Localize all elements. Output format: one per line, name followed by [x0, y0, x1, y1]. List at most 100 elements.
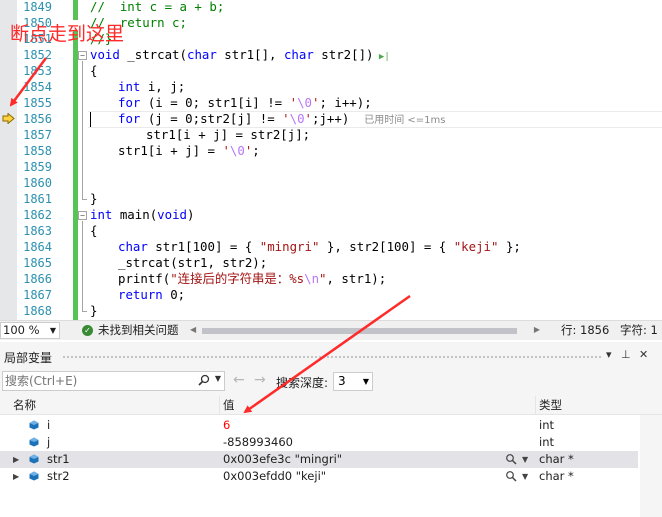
line-number: 1868: [23, 304, 52, 318]
variable-value[interactable]: 0x003efdd0 "keji": [223, 468, 326, 485]
zoom-value: 100 %: [3, 323, 40, 337]
column-divider[interactable]: [219, 396, 220, 415]
chevron-down-icon[interactable]: ▼: [522, 451, 528, 468]
code-line[interactable]: void _strcat(char str1[], char str2[]) ▶…: [90, 47, 390, 63]
code-line[interactable]: for (i = 0; str1[i] != '\0'; i++);: [118, 95, 372, 111]
escape-sequence: \0: [229, 143, 245, 158]
code-comment: // int c = a + b;: [90, 0, 225, 14]
issues-indicator[interactable]: ✓ 未找到相关问题: [82, 321, 179, 341]
code-text: , str1);: [326, 271, 387, 286]
horizontal-scrollbar[interactable]: ◀ ▶: [190, 325, 540, 337]
keyword: int: [118, 79, 141, 94]
scroll-left-icon[interactable]: ◀: [190, 325, 196, 334]
code-line[interactable]: char str1[100] = { "mingri" }, str2[100]…: [118, 239, 521, 255]
close-icon[interactable]: ✕: [639, 348, 648, 361]
collapse-toggle-icon[interactable]: −: [78, 211, 87, 220]
table-row[interactable]: i 6 int: [0, 417, 638, 434]
variable-name: i: [47, 418, 51, 432]
drag-grip[interactable]: [62, 355, 602, 360]
variable-icon: [29, 437, 39, 447]
line-number: 1857: [23, 128, 52, 142]
code-line[interactable]: int main(void): [90, 207, 194, 223]
scrollbar-thumb[interactable]: [202, 328, 517, 334]
expand-arrow-icon[interactable]: ▶: [13, 468, 19, 485]
expand-arrow-icon[interactable]: ▶: [13, 451, 19, 468]
keyword: char: [186, 47, 217, 62]
locals-title-bar[interactable]: 局部变量 ▾ ⊥ ✕: [0, 348, 662, 366]
collapse-toggle-icon[interactable]: −: [78, 51, 87, 60]
keyword: char: [283, 47, 314, 62]
line-number: 1858: [23, 144, 52, 158]
line-number: 1864: [23, 240, 52, 254]
search-field[interactable]: ▼: [2, 371, 225, 391]
pin-icon[interactable]: ⊥: [621, 348, 631, 361]
code-line[interactable]: for (j = 0;str2[j] != '\0';j++) 已用时间 <=1…: [118, 111, 445, 127]
code-line[interactable]: return 0;: [118, 287, 185, 303]
string-literal: "keji": [453, 239, 499, 254]
column-header-type[interactable]: 类型: [539, 396, 562, 415]
line-number: 1854: [23, 80, 52, 94]
vertical-scrollbar[interactable]: [640, 415, 662, 517]
search-input[interactable]: [5, 373, 195, 389]
code-line[interactable]: str1[i + j] = '\0';: [118, 143, 260, 159]
keyword: char: [118, 239, 148, 254]
line-number: 1865: [23, 256, 52, 270]
column-header-name[interactable]: 名称: [13, 396, 36, 415]
variable-value[interactable]: -858993460: [223, 434, 293, 451]
code-text: ;j++): [312, 111, 350, 126]
variable-icon: [29, 471, 39, 481]
variable-value[interactable]: 0x003efe3c "mingri": [223, 451, 342, 468]
window-position-icon[interactable]: ▾: [606, 348, 612, 361]
breakpoint-glyph-margin[interactable]: [0, 0, 17, 320]
keyword: int: [90, 207, 113, 222]
line-number: 1863: [23, 224, 52, 238]
search-depth-select[interactable]: 3 ▼: [333, 372, 373, 391]
code-line[interactable]: {: [90, 63, 97, 79]
outline-guide: [82, 311, 87, 312]
zoom-select[interactable]: 100 % ▼: [0, 322, 60, 339]
magnifier-visualizer-icon[interactable]: [505, 470, 517, 482]
table-row[interactable]: j -858993460 int: [0, 434, 638, 451]
search-icon[interactable]: [198, 374, 210, 386]
table-row[interactable]: ▶ str1 0x003efe3c "mingri" ▼ char *: [0, 451, 638, 468]
scroll-right-icon[interactable]: ▶: [534, 325, 540, 334]
column-header-value[interactable]: 值: [223, 396, 235, 415]
run-to-here-icon[interactable]: ▶|: [374, 52, 390, 62]
char-indicator: 字符: 1: [620, 323, 658, 337]
code-line[interactable]: }: [90, 191, 97, 207]
code-line[interactable]: {: [90, 223, 97, 239]
variable-icon: [29, 454, 39, 464]
code-text: ;: [252, 143, 260, 158]
column-divider[interactable]: [535, 396, 536, 415]
variable-value[interactable]: 6: [223, 417, 230, 434]
issues-text: 未找到相关问题: [98, 323, 179, 337]
perf-tip-elapsed-time[interactable]: 已用时间 <=1ms: [364, 115, 445, 126]
panel-title: 局部变量: [4, 351, 53, 365]
chevron-down-icon[interactable]: ▼: [215, 374, 221, 383]
code-text: 0;: [162, 287, 186, 302]
code-line[interactable]: int i, j;: [118, 79, 185, 95]
chevron-down-icon[interactable]: ▼: [522, 468, 528, 485]
search-depth-label: 搜索深度:: [276, 376, 329, 390]
code-text: ): [187, 207, 195, 222]
keyword: return: [118, 287, 163, 302]
code-line[interactable]: // int c = a + b;: [90, 0, 224, 15]
code-text: }: [90, 303, 98, 318]
line-number: 1855: [23, 96, 52, 110]
code-text: {: [90, 223, 98, 238]
search-previous-icon[interactable]: ←: [233, 372, 245, 388]
check-circle-icon: ✓: [82, 325, 93, 336]
search-next-icon[interactable]: →: [254, 372, 266, 388]
variable-name: str1: [47, 452, 70, 466]
string-literal: ': [282, 111, 290, 126]
code-line[interactable]: _strcat(str1, str2);: [118, 255, 267, 271]
code-text: str1[100] = {: [147, 239, 260, 254]
code-line[interactable]: printf("连接后的字符串是：%s\n", str1);: [118, 271, 386, 287]
code-line[interactable]: str1[i + j] = str2[j];: [146, 127, 310, 143]
code-editor[interactable]: 1849 1850 1851 1852 1853 1854 1855 1856 …: [0, 0, 662, 320]
code-text: str1[i + j] =: [118, 143, 223, 158]
table-row[interactable]: ▶ str2 0x003efdd0 "keji" ▼ char *: [0, 468, 638, 485]
current-statement-arrow-icon: [2, 113, 15, 124]
magnifier-visualizer-icon[interactable]: [505, 453, 517, 465]
code-line[interactable]: }: [90, 303, 97, 319]
